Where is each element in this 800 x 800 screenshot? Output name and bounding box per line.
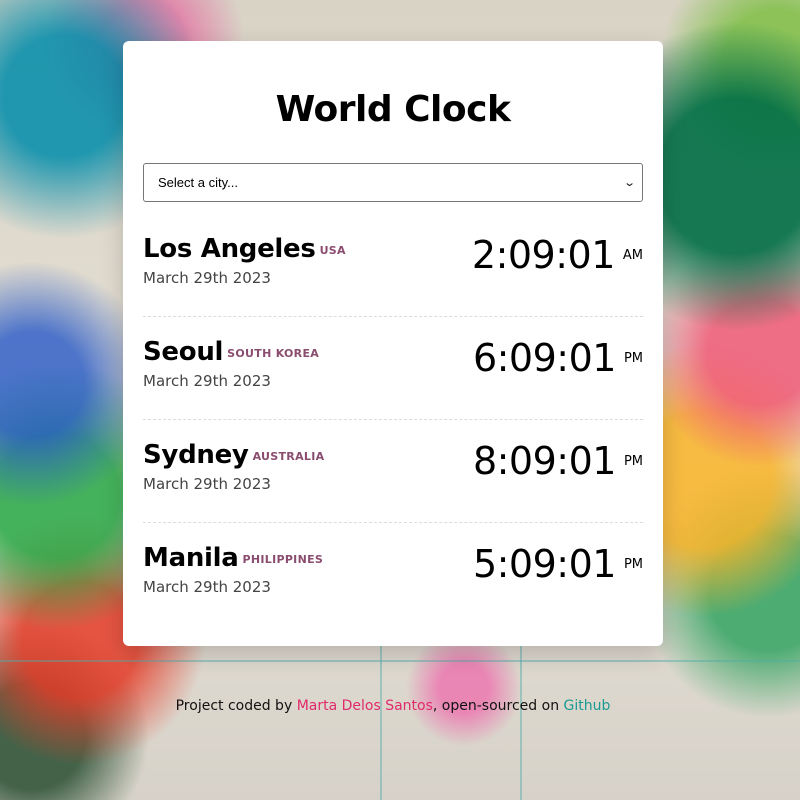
chevron-down-icon: ⌄ — [622, 177, 636, 189]
country-label: USA — [319, 244, 346, 257]
github-link[interactable]: Github — [564, 698, 611, 714]
city-time: 6:09:01 — [472, 336, 617, 380]
city-row-manila: Manila PHILIPPINES March 29th 2023 5:09:0… — [143, 523, 643, 626]
world-clock-card: World Clock Select a city... ⌄ Los Angel… — [123, 41, 663, 646]
city-select-value: Select a city... — [158, 175, 238, 190]
city-ampm: AM — [622, 247, 643, 263]
city-time: 5:09:01 — [472, 542, 617, 586]
city-date: March 29th 2023 — [143, 269, 271, 287]
city-ampm: PM — [623, 453, 643, 469]
footer-prefix: Project coded by — [175, 698, 297, 714]
city-date: March 29th 2023 — [143, 475, 271, 493]
city-name: Los Angeles — [143, 234, 316, 264]
city-date: March 29th 2023 — [143, 372, 271, 390]
city-time: 2:09:01 — [471, 233, 616, 277]
city-row-sydney: Sydney AUSTRALIA March 29th 2023 8:09:01 … — [143, 420, 643, 523]
city-ampm: PM — [623, 556, 643, 572]
footer: Project coded by Marta Delos Santos, ope… — [0, 698, 786, 714]
city-date: March 29th 2023 — [143, 578, 271, 596]
country-label: AUSTRALIA — [252, 450, 325, 463]
city-time: 8:09:01 — [472, 439, 617, 483]
city-name: Seoul — [143, 337, 224, 367]
author-link[interactable]: Marta Delos Santos — [297, 698, 433, 714]
city-name: Sydney — [143, 440, 249, 470]
country-label: SOUTH KOREA — [227, 347, 320, 360]
city-ampm: PM — [623, 350, 643, 366]
city-select[interactable]: Select a city... ⌄ — [143, 163, 643, 202]
city-list: Los Angeles USA March 29th 2023 2:09:01 A… — [143, 214, 643, 626]
city-row-seoul: Seoul SOUTH KOREA March 29th 2023 6:09:01… — [143, 317, 643, 420]
map-gridline — [0, 660, 800, 662]
map-gridline — [380, 640, 382, 800]
page-title: World Clock — [275, 89, 511, 130]
city-name: Manila — [143, 543, 239, 573]
city-row-los-angeles: Los Angeles USA March 29th 2023 2:09:01 A… — [143, 214, 643, 317]
footer-middle: , open-sourced on — [432, 698, 564, 714]
country-label: PHILIPPINES — [242, 553, 324, 566]
